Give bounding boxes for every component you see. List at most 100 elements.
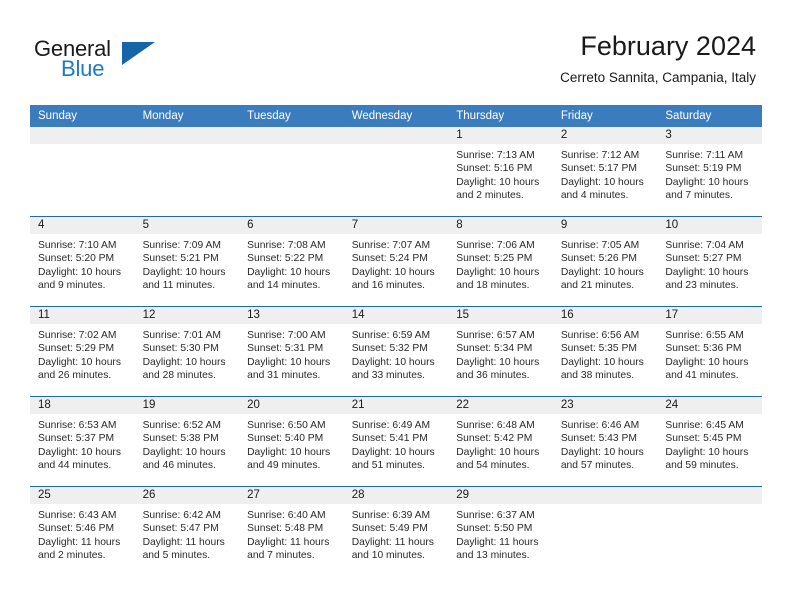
sunset-time: Sunset: 5:29 PM bbox=[38, 343, 115, 355]
day-number: 19 bbox=[134, 397, 240, 414]
day-cell[interactable]: 12 Sunrise: 7:01 AM Sunset: 5:30 PM Dayligh… bbox=[134, 306, 240, 397]
daylight-duration-line1: Daylight: 10 hours bbox=[456, 266, 540, 278]
daylight-duration-line2: and 36 minutes. bbox=[456, 370, 530, 382]
daylight-duration-line2: and 10 minutes. bbox=[351, 550, 425, 562]
daylight-duration-line1: Daylight: 10 hours bbox=[247, 266, 331, 278]
day-cell[interactable]: 25 Sunrise: 6:43 AM Sunset: 5:46 PM Dayligh… bbox=[30, 486, 135, 576]
sunset-time: Sunset: 5:32 PM bbox=[351, 343, 428, 355]
day-cell[interactable]: 23 Sunrise: 6:46 AM Sunset: 5:43 PM Dayligh… bbox=[552, 396, 658, 487]
daylight-duration-line1: Daylight: 10 hours bbox=[560, 266, 644, 278]
sunrise-time: Sunrise: 6:52 AM bbox=[142, 420, 221, 431]
sunset-time: Sunset: 5:34 PM bbox=[456, 343, 533, 355]
sunrise-time: Sunrise: 6:50 AM bbox=[247, 420, 326, 431]
sunrise-time: Sunrise: 6:42 AM bbox=[142, 510, 221, 521]
weekday-header-monday: Monday bbox=[134, 105, 240, 127]
daylight-duration-line1: Daylight: 10 hours bbox=[351, 356, 435, 368]
day-cell-details: Sunrise: 7:02 AM Sunset: 5:29 PM Daylight:… bbox=[30, 324, 135, 383]
daylight-duration-line1: Daylight: 10 hours bbox=[142, 356, 226, 368]
sunset-time: Sunset: 5:42 PM bbox=[456, 433, 533, 445]
day-cell[interactable]: 20 Sunrise: 6:50 AM Sunset: 5:40 PM Dayligh… bbox=[239, 396, 344, 487]
daylight-duration-line2: and 46 minutes. bbox=[142, 460, 216, 472]
day-number: 11 bbox=[30, 307, 135, 324]
day-cell-details: Sunrise: 6:49 AM Sunset: 5:41 PM Daylight:… bbox=[344, 414, 449, 473]
daylight-duration-line2: and 33 minutes. bbox=[351, 370, 425, 382]
day-cell[interactable]: 5 Sunrise: 7:09 AM Sunset: 5:21 PM Daylight… bbox=[134, 216, 240, 307]
day-number bbox=[239, 127, 344, 144]
day-cell[interactable]: 2 Sunrise: 7:12 AM Sunset: 5:17 PM Daylight… bbox=[552, 127, 658, 217]
day-number: 9 bbox=[552, 217, 658, 234]
daylight-duration-line2: and 49 minutes. bbox=[247, 460, 321, 472]
day-number: 17 bbox=[657, 307, 762, 324]
day-number: 21 bbox=[343, 397, 449, 414]
day-cell[interactable]: 18 Sunrise: 6:53 AM Sunset: 5:37 PM Dayligh… bbox=[30, 396, 135, 487]
day-number: 2 bbox=[552, 127, 658, 144]
daylight-duration-line1: Daylight: 10 hours bbox=[456, 176, 540, 188]
daylight-duration-line1: Daylight: 10 hours bbox=[142, 446, 226, 458]
day-cell[interactable]: 29 Sunrise: 6:37 AM Sunset: 5:50 PM Dayligh… bbox=[448, 486, 553, 576]
daylight-duration-line2: and 54 minutes. bbox=[456, 460, 530, 472]
sunrise-time: Sunrise: 7:04 AM bbox=[665, 240, 744, 251]
sunset-time: Sunset: 5:50 PM bbox=[456, 523, 533, 535]
sunrise-time: Sunrise: 6:40 AM bbox=[247, 510, 326, 521]
day-cell[interactable]: 1 Sunrise: 7:13 AM Sunset: 5:16 PM Daylight… bbox=[448, 127, 553, 217]
day-cell-details: Sunrise: 6:56 AM Sunset: 5:35 PM Daylight:… bbox=[553, 324, 658, 383]
calendar-week-row: 18 Sunrise: 6:53 AM Sunset: 5:37 PM Dayligh… bbox=[30, 396, 762, 487]
sunrise-time: Sunrise: 7:05 AM bbox=[560, 240, 640, 251]
calendar-week-row: 1 Sunrise: 7:13 AM Sunset: 5:16 PM Daylight… bbox=[30, 127, 762, 217]
day-cell[interactable]: 15 Sunrise: 6:57 AM Sunset: 5:34 PM Dayligh… bbox=[448, 306, 553, 397]
day-cell[interactable]: 14 Sunrise: 6:59 AM Sunset: 5:32 PM Dayligh… bbox=[343, 306, 449, 397]
day-number bbox=[30, 127, 135, 144]
day-cell-details: Sunrise: 6:37 AM Sunset: 5:50 PM Daylight:… bbox=[448, 504, 553, 563]
daylight-duration-line1: Daylight: 10 hours bbox=[560, 176, 644, 188]
sunrise-time: Sunrise: 7:00 AM bbox=[247, 330, 326, 341]
day-cell-details: Sunrise: 7:12 AM Sunset: 5:17 PM Daylight:… bbox=[553, 144, 658, 203]
day-number: 25 bbox=[30, 487, 135, 504]
day-cell[interactable]: 27 Sunrise: 6:40 AM Sunset: 5:48 PM Dayligh… bbox=[239, 486, 344, 576]
sunset-time: Sunset: 5:46 PM bbox=[38, 523, 115, 535]
day-cell[interactable]: 11 Sunrise: 7:02 AM Sunset: 5:29 PM Dayligh… bbox=[30, 306, 135, 397]
day-number: 16 bbox=[552, 307, 658, 324]
brand-logo[interactable]: General Blue bbox=[34, 36, 264, 88]
day-cell-empty bbox=[552, 486, 658, 576]
daylight-duration-line1: Daylight: 10 hours bbox=[351, 266, 435, 278]
sunrise-time: Sunrise: 7:13 AM bbox=[456, 150, 535, 161]
day-cell[interactable]: 17 Sunrise: 6:55 AM Sunset: 5:36 PM Dayligh… bbox=[657, 306, 762, 397]
day-cell-empty bbox=[30, 127, 135, 217]
title-block: February 2024 Cerreto Sannita, Campania,… bbox=[560, 30, 756, 86]
day-cell[interactable]: 22 Sunrise: 6:48 AM Sunset: 5:42 PM Dayligh… bbox=[448, 396, 553, 487]
daylight-duration-line1: Daylight: 10 hours bbox=[247, 356, 331, 368]
day-number bbox=[343, 127, 449, 144]
day-number: 27 bbox=[239, 487, 344, 504]
day-number: 10 bbox=[657, 217, 762, 234]
day-cell[interactable]: 21 Sunrise: 6:49 AM Sunset: 5:41 PM Dayligh… bbox=[343, 396, 449, 487]
day-number: 13 bbox=[239, 307, 344, 324]
day-cell-details: Sunrise: 7:09 AM Sunset: 5:21 PM Daylight:… bbox=[135, 234, 240, 293]
sunset-time: Sunset: 5:20 PM bbox=[38, 253, 115, 265]
day-cell[interactable]: 16 Sunrise: 6:56 AM Sunset: 5:35 PM Dayligh… bbox=[552, 306, 658, 397]
day-cell[interactable]: 9 Sunrise: 7:05 AM Sunset: 5:26 PM Daylight… bbox=[552, 216, 658, 307]
sunrise-time: Sunrise: 6:49 AM bbox=[351, 420, 431, 431]
day-cell-details: Sunrise: 7:08 AM Sunset: 5:22 PM Daylight:… bbox=[239, 234, 344, 293]
day-cell[interactable]: 6 Sunrise: 7:08 AM Sunset: 5:22 PM Daylight… bbox=[239, 216, 344, 307]
weekday-header-saturday: Saturday bbox=[657, 105, 762, 127]
day-number: 22 bbox=[448, 397, 553, 414]
daylight-duration-line1: Daylight: 11 hours bbox=[456, 536, 539, 548]
sunrise-time: Sunrise: 6:37 AM bbox=[456, 510, 535, 521]
day-cell[interactable]: 13 Sunrise: 7:00 AM Sunset: 5:31 PM Dayligh… bbox=[239, 306, 344, 397]
day-cell[interactable]: 24 Sunrise: 6:45 AM Sunset: 5:45 PM Dayligh… bbox=[657, 396, 762, 487]
day-cell-details: Sunrise: 7:01 AM Sunset: 5:30 PM Daylight:… bbox=[135, 324, 240, 383]
day-cell[interactable]: 28 Sunrise: 6:39 AM Sunset: 5:49 PM Dayligh… bbox=[343, 486, 449, 576]
day-cell[interactable]: 7 Sunrise: 7:07 AM Sunset: 5:24 PM Daylight… bbox=[343, 216, 449, 307]
day-cell[interactable]: 26 Sunrise: 6:42 AM Sunset: 5:47 PM Dayligh… bbox=[134, 486, 240, 576]
day-cell[interactable]: 8 Sunrise: 7:06 AM Sunset: 5:25 PM Daylight… bbox=[448, 216, 553, 307]
daylight-duration-line2: and 26 minutes. bbox=[38, 370, 112, 382]
weekday-header-thursday: Thursday bbox=[448, 105, 553, 127]
day-cell[interactable]: 10 Sunrise: 7:04 AM Sunset: 5:27 PM Dayligh… bbox=[657, 216, 762, 307]
day-cell-details: Sunrise: 7:06 AM Sunset: 5:25 PM Daylight:… bbox=[448, 234, 553, 293]
day-cell-details: Sunrise: 6:45 AM Sunset: 5:45 PM Daylight:… bbox=[657, 414, 762, 473]
day-cell[interactable]: 3 Sunrise: 7:11 AM Sunset: 5:19 PM Daylight… bbox=[657, 127, 762, 217]
day-cell[interactable]: 4 Sunrise: 7:10 AM Sunset: 5:20 PM Daylight… bbox=[30, 216, 135, 307]
day-number: 12 bbox=[134, 307, 240, 324]
day-number: 26 bbox=[134, 487, 240, 504]
day-cell[interactable]: 19 Sunrise: 6:52 AM Sunset: 5:38 PM Dayligh… bbox=[134, 396, 240, 487]
